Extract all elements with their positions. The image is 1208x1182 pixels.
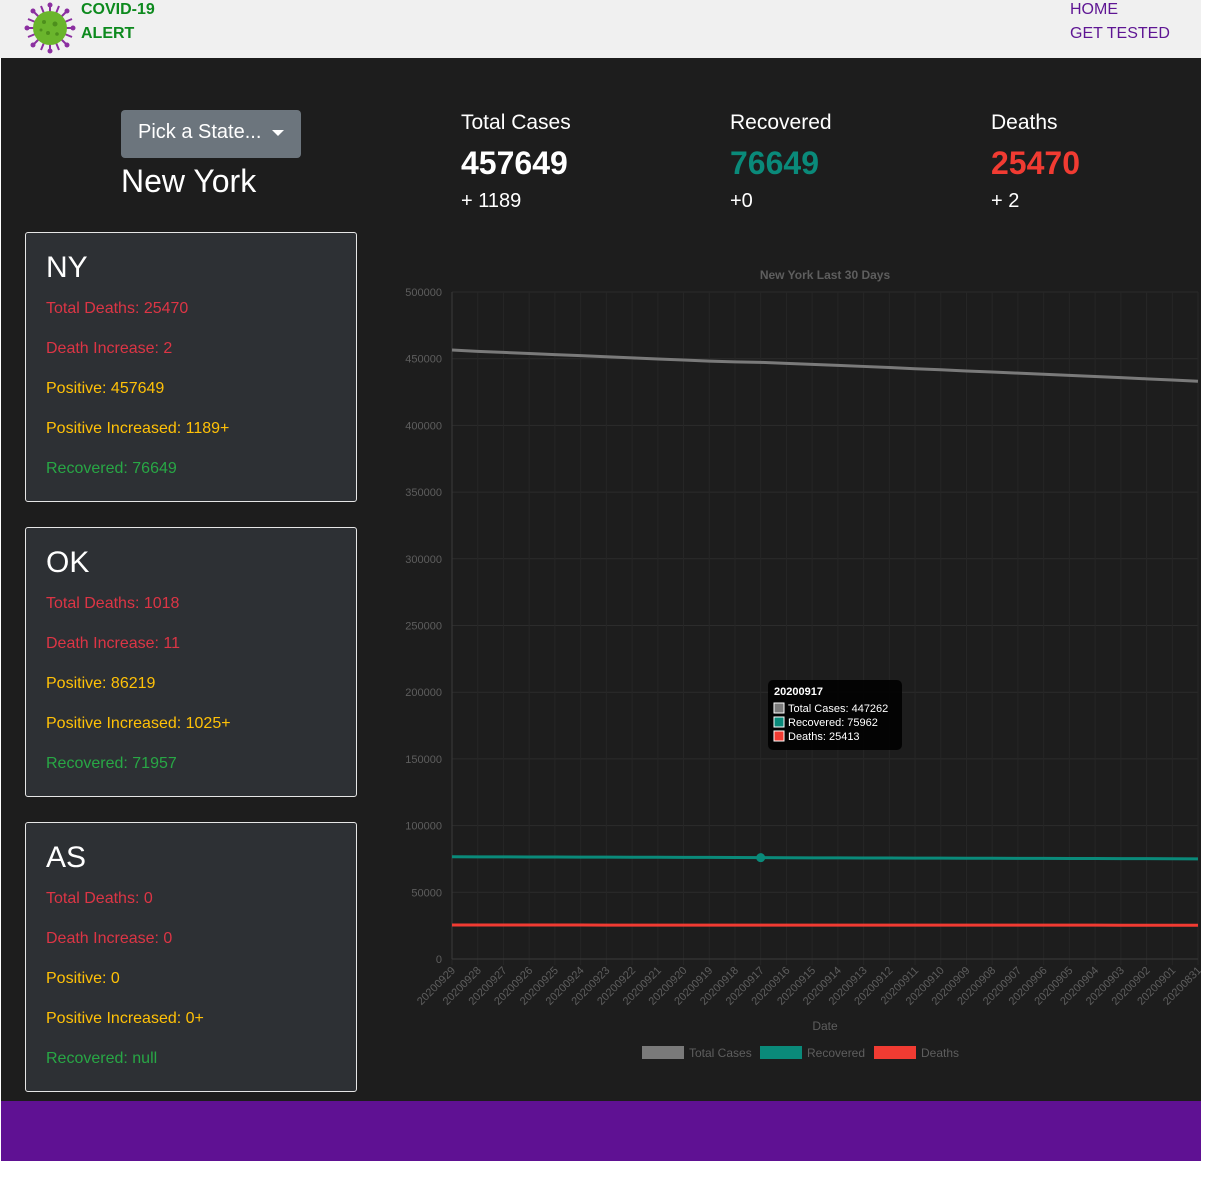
state-code: AS — [46, 841, 87, 874]
y-tick-label: 100000 — [405, 821, 442, 833]
legend-swatch — [874, 1046, 916, 1059]
recovered-increase: +0 — [730, 190, 753, 212]
recovered-line: Recovered: null — [46, 1050, 158, 1067]
legend-label: Deaths — [921, 1046, 959, 1060]
y-tick-label: 350000 — [405, 487, 442, 499]
brand-title[interactable]: COVID-19 ALERT — [81, 0, 155, 46]
hovered-data-point — [756, 853, 766, 863]
y-tick-label: 300000 — [405, 554, 442, 566]
legend-swatch — [760, 1046, 802, 1059]
legend-swatch — [642, 1046, 684, 1059]
recovered-label: Recovered — [730, 111, 832, 134]
tooltip-line: Deaths: 25413 — [788, 731, 860, 743]
y-tick-label: 250000 — [405, 621, 442, 633]
y-tick-label: 200000 — [405, 687, 442, 699]
positive-increased-line: Positive Increased: 0+ — [46, 1010, 204, 1027]
recovered-stat: Recovered 76649 +0 — [730, 110, 832, 213]
death-increase-line: Death Increase: 0 — [46, 930, 173, 947]
state-picker-label: Pick a State... — [138, 121, 262, 143]
recovered-value: 76649 — [730, 145, 819, 181]
y-tick-label: 0 — [436, 954, 442, 966]
legend-label: Recovered — [807, 1046, 865, 1060]
total-cases-increase: + 1189 — [461, 190, 522, 212]
deaths-increase: + 2 — [991, 190, 1020, 212]
y-tick-label: 450000 — [405, 354, 442, 366]
y-tick-label: 50000 — [411, 887, 442, 899]
total-cases-label: Total Cases — [461, 111, 571, 134]
nav-get-tested-link[interactable]: GET TESTED — [1070, 22, 1170, 46]
total-deaths-line: Total Deaths: 1018 — [46, 595, 180, 612]
state-picker-dropdown[interactable]: Pick a State... — [121, 110, 301, 158]
positive-line: Positive: 0 — [46, 970, 120, 987]
deaths-label: Deaths — [991, 111, 1058, 134]
positive-line: Positive: 457649 — [46, 380, 165, 397]
total-cases-stat: Total Cases 457649 + 1189 — [461, 110, 571, 213]
state-card-ny[interactable]: NY Total Deaths: 25470 Death Increase: 2… — [25, 232, 357, 502]
death-increase-line: Death Increase: 11 — [46, 635, 181, 652]
virus-icon[interactable] — [24, 2, 76, 54]
recovered-line: Recovered: 71957 — [46, 755, 177, 772]
y-tick-label: 400000 — [405, 420, 442, 432]
total-cases-value: 457649 — [461, 145, 568, 181]
death-increase-line: Death Increase: 2 — [46, 340, 173, 357]
nav-links: HOME GET TESTED — [1070, 0, 1170, 46]
state-card-ok[interactable]: OK Total Deaths: 1018 Death Increase: 11… — [25, 527, 357, 797]
positive-line: Positive: 86219 — [46, 675, 156, 692]
tooltip-line: Total Cases: 447262 — [788, 703, 888, 715]
nav-home-link[interactable]: HOME — [1070, 0, 1170, 22]
deaths-value: 25470 — [991, 145, 1080, 181]
brand-line-1: COVID-19 — [81, 1, 155, 18]
positive-increased-line: Positive Increased: 1025+ — [46, 715, 231, 732]
series-line-total-cases — [451, 348, 1199, 383]
y-tick-label: 150000 — [405, 754, 442, 766]
x-axis-label: Date — [812, 1019, 838, 1033]
page-footer — [1, 1101, 1201, 1161]
chart-title: New York Last 30 Days — [760, 268, 891, 282]
selected-state-heading: New York — [121, 163, 257, 199]
tooltip-date: 20200917 — [774, 686, 823, 698]
tooltip-swatch — [773, 730, 785, 742]
state-code: NY — [46, 251, 88, 284]
brand-line-2: ALERT — [81, 25, 135, 42]
caret-down-icon — [272, 130, 284, 136]
top-navbar: COVID-19 ALERT HOME GET TESTED — [0, 0, 1201, 58]
tooltip-swatch — [773, 716, 785, 728]
y-tick-label: 500000 — [405, 287, 442, 299]
state-card-as[interactable]: AS Total Deaths: 0 Death Increase: 0 Pos… — [25, 822, 357, 1092]
legend-label: Total Cases — [689, 1046, 752, 1060]
tooltip-swatch — [773, 702, 785, 714]
state-code: OK — [46, 546, 90, 579]
total-deaths-line: Total Deaths: 25470 — [46, 300, 189, 317]
positive-increased-line: Positive Increased: 1189+ — [46, 420, 230, 437]
recovered-line: Recovered: 76649 — [46, 460, 177, 477]
total-deaths-line: Total Deaths: 0 — [46, 890, 153, 907]
deaths-stat: Deaths 25470 + 2 — [991, 110, 1080, 213]
tooltip-line: Recovered: 75962 — [788, 717, 878, 729]
series-line-recovered — [451, 855, 1199, 861]
cases-line-chart[interactable]: New York Last 30 Days 0 50000 100000 150000 2… — [380, 262, 1201, 1072]
